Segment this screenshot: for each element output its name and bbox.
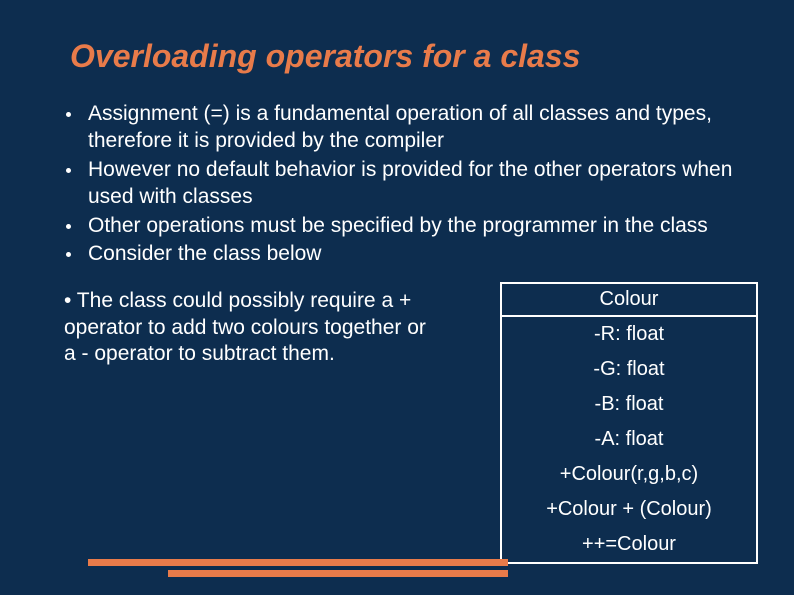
slide: Overloading operators for a class Assign… bbox=[0, 0, 794, 595]
bullet-item: However no default behavior is provided … bbox=[60, 157, 770, 211]
bullet-item: Other operations must be specified by th… bbox=[60, 213, 770, 240]
bullet-list: Assignment (=) is a fundamental operatio… bbox=[60, 101, 770, 268]
decorative-lines bbox=[88, 559, 508, 577]
uml-class-body: -R: float -G: float -B: float -A: float … bbox=[500, 317, 758, 564]
uml-row: -G: float bbox=[502, 352, 756, 387]
bullet-item: Assignment (=) is a fundamental operatio… bbox=[60, 101, 770, 155]
uml-class-name: Colour bbox=[500, 282, 758, 317]
uml-row: -B: float bbox=[502, 387, 756, 422]
slide-title: Overloading operators for a class bbox=[60, 38, 774, 75]
uml-row: -A: float bbox=[502, 422, 756, 457]
bullet-item: Consider the class below bbox=[60, 241, 770, 268]
uml-class-box: Colour -R: float -G: float -B: float -A:… bbox=[500, 282, 758, 564]
uml-row: ++=Colour bbox=[502, 527, 756, 562]
uml-row: -R: float bbox=[502, 317, 756, 352]
uml-row: +Colour(r,g,b,c) bbox=[502, 457, 756, 492]
decorative-line bbox=[88, 559, 508, 566]
decorative-line bbox=[168, 570, 508, 577]
uml-row: +Colour + (Colour) bbox=[502, 492, 756, 527]
paragraph: • The class could possibly require a + o… bbox=[60, 288, 440, 367]
